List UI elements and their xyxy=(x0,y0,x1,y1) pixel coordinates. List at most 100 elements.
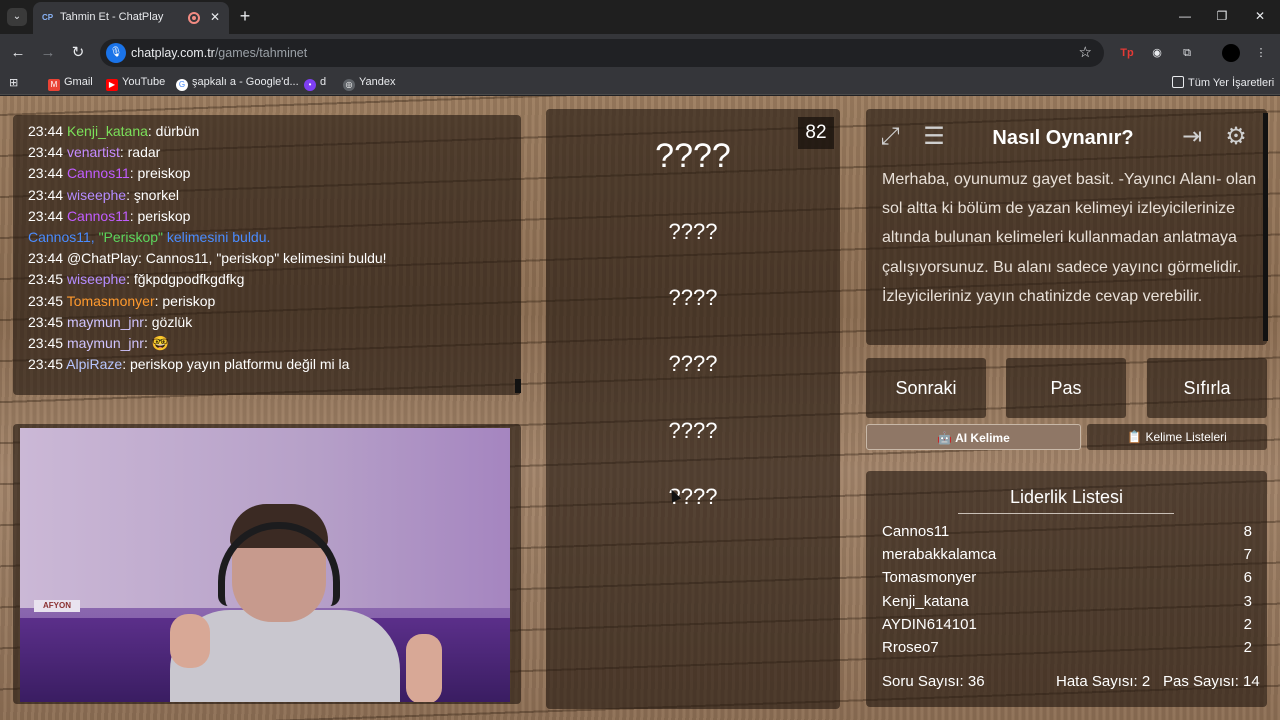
game-page: 23:44 Kenji_katana: dürbün 23:44 venartis… xyxy=(0,96,1280,720)
chat-time: 23:45 xyxy=(28,292,64,309)
chat-username[interactable]: maymun_jnr xyxy=(67,314,144,330)
bookmark-label: Gmail xyxy=(64,76,93,88)
pass-count: Pas Sayısı: 14 xyxy=(1163,673,1260,690)
folder-icon xyxy=(1172,76,1184,88)
chat-message: 23:45 AlpiRaze: periskop yayın platformu… xyxy=(28,355,349,373)
taboo-word: ???? xyxy=(668,484,718,509)
chat-username[interactable]: Tomasmonyer xyxy=(67,293,155,309)
chat-message: 23:45 maymun_jnr: gözlük xyxy=(28,313,192,331)
forward-icon[interactable]: → xyxy=(39,44,57,62)
bookmark-gmail[interactable]: M Gmail xyxy=(48,76,93,91)
ai-word-tab[interactable]: 🤖 AI Kelime xyxy=(866,424,1081,450)
player-score: 3 xyxy=(1243,592,1252,610)
url-text[interactable]: chatplay.com.tr/games/tahminet xyxy=(131,46,307,60)
extension-avatar-icon[interactable]: ◉ xyxy=(1148,44,1166,62)
exit-icon[interactable]: ⇥ xyxy=(1172,117,1212,157)
fullscreen-icon[interactable]: ⤢ xyxy=(870,117,910,157)
chat-username[interactable]: Kenji_katana xyxy=(67,123,148,139)
chat-message: 23:44 Kenji_katana: dürbün xyxy=(28,122,199,140)
reset-button[interactable]: Sıfırla xyxy=(1147,358,1267,418)
chat-username[interactable]: Cannos11 xyxy=(67,208,130,224)
chat-username[interactable]: wiseephe xyxy=(67,187,126,203)
chat-username[interactable]: maymun_jnr xyxy=(67,335,144,351)
word-lists-tab[interactable]: 📋 Kelime Listeleri xyxy=(1087,424,1267,450)
extension-tp-icon[interactable]: Tp xyxy=(1118,44,1136,62)
leaderboard-panel: Liderlik Listesi Soru Sayısı: 36 Hata Sa… xyxy=(866,471,1267,707)
scrollbar[interactable] xyxy=(515,379,521,393)
chat-text: : gözlük xyxy=(143,313,193,330)
chat-username[interactable]: venartist xyxy=(67,144,120,160)
chat-time: 23:45 xyxy=(28,271,64,288)
window-close-icon[interactable]: ✕ xyxy=(1252,8,1268,24)
player-name: Tomasmonyer xyxy=(882,569,977,587)
chat-message: 23:45 maymun_jnr: 🤓 xyxy=(28,334,169,352)
chat-system-message: Cannos11, "Periskop" kelimesini buldu. xyxy=(28,229,271,245)
address-bar[interactable]: 🎙 chatplay.com.tr/games/tahminet ☆ xyxy=(100,39,1104,67)
target-word: ???? xyxy=(655,137,731,175)
chat-username[interactable]: Cannos11 xyxy=(67,165,130,181)
player-score: 8 xyxy=(1243,523,1252,540)
site-icon: • xyxy=(304,79,316,91)
next-button[interactable]: Sonraki xyxy=(866,358,986,418)
chat-message: 23:45 Tomasmonyer: periskop xyxy=(28,292,215,310)
tab-search-menu-icon[interactable]: ⌄ xyxy=(7,8,27,26)
chat-text: : radar xyxy=(119,144,161,161)
bookmark-d[interactable]: • d xyxy=(304,76,326,91)
pass-button[interactable]: Pas xyxy=(1006,358,1126,418)
maximize-icon[interactable]: ❐ xyxy=(1214,8,1230,24)
how-to-play-text: Merhaba, oyunumuz gayet basit. -Yayıncı … xyxy=(882,171,1257,305)
chat-message: 23:44 Cannos11: preiskop xyxy=(28,164,190,182)
tab-title: Tahmin Et - ChatPlay xyxy=(60,11,164,23)
chat-time: 23:45 xyxy=(28,356,64,373)
streamer-image xyxy=(170,504,442,702)
chat-text: : periskop xyxy=(154,292,216,309)
bookmark-star-icon[interactable]: ☆ xyxy=(1079,44,1092,62)
bookmark-youtube[interactable]: ▶ YouTube xyxy=(106,76,165,91)
back-icon[interactable]: ← xyxy=(9,44,27,62)
notes-icon[interactable]: ☰ xyxy=(914,117,954,157)
new-tab-button[interactable]: + xyxy=(236,7,254,25)
leaderboard-row: AYDIN614101 2 xyxy=(882,615,1252,635)
extensions-puzzle-icon[interactable]: ⧉ xyxy=(1178,44,1196,62)
chat-time: 23:44 xyxy=(28,165,64,182)
microphone-icon[interactable]: 🎙 xyxy=(106,43,126,63)
chat-panel: 23:44 Kenji_katana: dürbün 23:44 venartis… xyxy=(13,115,521,395)
bookmark-yandex[interactable]: ◎ Yandex xyxy=(343,76,396,91)
apps-grid-icon[interactable]: ⊞ xyxy=(9,76,18,89)
minimize-icon[interactable]: — xyxy=(1177,8,1193,24)
chat-time: 23:44 xyxy=(28,186,64,203)
chat-username[interactable]: wiseephe xyxy=(67,271,126,287)
chat-time: 23:44 xyxy=(28,144,64,161)
bookmark-google[interactable]: Gşapkalı a - Google'd... xyxy=(176,76,299,91)
player-score: 7 xyxy=(1243,546,1252,564)
bookmark-label: YouTube xyxy=(122,76,166,88)
profile-avatar-icon[interactable] xyxy=(1222,44,1240,62)
browser-menu-icon[interactable]: ⋮ xyxy=(1252,44,1270,62)
settings-icon[interactable]: ⚙ xyxy=(1216,117,1256,157)
chat-username[interactable]: AlpiRaze xyxy=(66,356,122,372)
tab-close-icon[interactable]: ✕ xyxy=(208,10,222,24)
globe-icon: ◎ xyxy=(343,79,355,91)
taboo-word: ???? xyxy=(668,219,718,244)
chat-message: 23:45 wiseephe: fğkpdgpodfkgdfkg xyxy=(28,270,244,288)
chat-text: : periskop xyxy=(129,207,191,224)
chat-text: : 🤓 xyxy=(143,335,170,351)
chat-time: 23:45 xyxy=(28,335,64,351)
all-bookmarks[interactable]: Tüm Yer İşaretleri xyxy=(1172,76,1274,89)
chat-time: 23:44 xyxy=(28,250,64,267)
leaderboard-row: Cannos11 8 xyxy=(882,522,1252,542)
webcam-feed: AFYON xyxy=(20,428,510,702)
player-name: Kenji_katana xyxy=(882,592,969,610)
url-path: /games/tahminet xyxy=(214,46,308,60)
scrollbar[interactable] xyxy=(1263,113,1268,341)
active-tab[interactable]: CP Tahmin Et - ChatPlay ✕ xyxy=(33,2,229,34)
chat-text: : Cannos11, "periskop" kelimesini buldu! xyxy=(137,250,387,267)
taboo-word: ???? xyxy=(668,418,718,443)
chat-text: : fğkpdgpodfkgdfkg xyxy=(126,271,245,288)
chat-text: : periskop yayın platformu değil mi la xyxy=(122,356,350,373)
tab-strip: ⌄ CP Tahmin Et - ChatPlay ✕ + — ❐ ✕ xyxy=(0,0,1280,34)
question-count: Soru Sayısı: 36 xyxy=(882,673,985,690)
how-to-play-title: Nasıl Oynanır? xyxy=(992,127,1134,149)
reload-icon[interactable]: ↻ xyxy=(69,44,87,62)
chat-username[interactable]: @ChatPlay xyxy=(67,250,138,266)
